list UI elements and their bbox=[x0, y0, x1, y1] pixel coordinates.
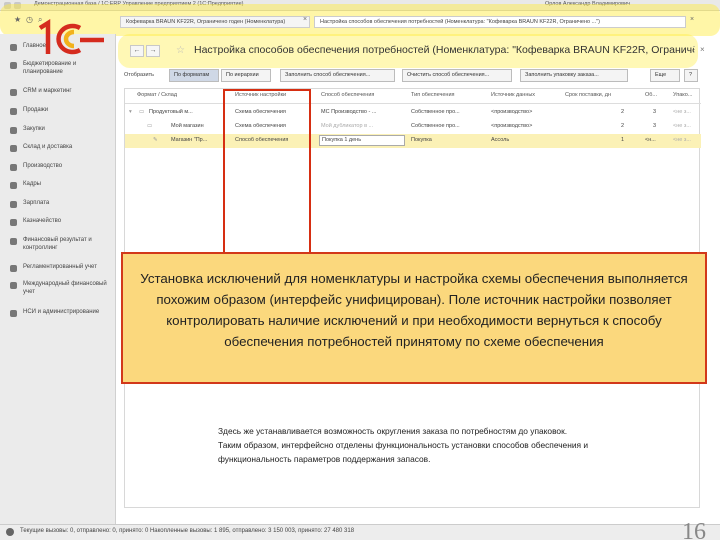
row-method-field[interactable]: Покупка 1 день bbox=[319, 135, 405, 146]
column-header-data-source[interactable]: Источник данных bbox=[491, 92, 561, 98]
row-days: 1 bbox=[621, 137, 625, 143]
row-type: Покупка bbox=[411, 137, 432, 143]
row-package: <не з... bbox=[673, 123, 691, 129]
sidebar-item-warehouse[interactable]: Склад и доставка bbox=[10, 144, 114, 152]
row-data-source: Ассоль bbox=[491, 137, 510, 143]
sidebar-item-regulated[interactable]: Регламентированный учет bbox=[10, 264, 114, 272]
footnote-line: Здесь же устанавливается возможность окр… bbox=[218, 426, 568, 436]
by-hierarchy-button[interactable]: По иерархии bbox=[221, 69, 271, 82]
sidebar-item-finance[interactable]: Финансовый результат и контроллинг bbox=[10, 237, 114, 252]
clear-method-button[interactable]: Очистить способ обеспечения... bbox=[402, 69, 512, 82]
money-icon bbox=[10, 201, 17, 208]
people-icon bbox=[10, 182, 17, 189]
row-type: Собственное про... bbox=[411, 123, 460, 129]
cart-icon bbox=[10, 127, 17, 134]
footnote-line: Таким образом, интерфейсно отделены функ… bbox=[218, 440, 589, 450]
by-formats-button[interactable]: По форматам bbox=[169, 69, 219, 82]
column-header-package[interactable]: Упако... bbox=[673, 92, 699, 98]
row-days: 2 bbox=[621, 123, 625, 129]
row-ob: 3 bbox=[653, 109, 657, 115]
column-header-method[interactable]: Способ обеспечения bbox=[321, 92, 405, 98]
row-days: 2 bbox=[621, 109, 625, 115]
chart-icon bbox=[10, 62, 17, 69]
warehouse-icon bbox=[10, 145, 17, 152]
sidebar-item-budgeting[interactable]: Бюджетирование и планирование bbox=[10, 61, 114, 76]
sidebar-item-salary[interactable]: Зарплата bbox=[10, 200, 114, 208]
column-header-ob[interactable]: Об... bbox=[645, 92, 667, 98]
row-name: Мой магазин bbox=[171, 123, 204, 129]
store-icon: ▭ bbox=[147, 123, 153, 129]
more-button[interactable]: Еще bbox=[650, 69, 680, 82]
slide-number: 16 bbox=[682, 519, 706, 540]
row-ob: 3 bbox=[653, 123, 657, 129]
forward-button[interactable]: → bbox=[146, 45, 160, 57]
row-type: Собственное про... bbox=[411, 109, 460, 115]
close-tab-icon[interactable]: × bbox=[690, 16, 694, 23]
help-button[interactable]: ? bbox=[684, 69, 698, 82]
folder-icon: ▭ bbox=[139, 109, 145, 115]
sidebar-item-sales[interactable]: Продажи bbox=[10, 107, 114, 115]
back-button[interactable]: ← bbox=[130, 45, 144, 57]
row-data-source: <производство> bbox=[491, 109, 533, 115]
table-row[interactable]: ▾ ▭ Продуктовый м... Схема обеспечения М… bbox=[125, 106, 701, 120]
row-method: Мой дубликатор в ... bbox=[321, 123, 374, 129]
column-header-format[interactable]: Формат / Склад bbox=[137, 92, 227, 98]
callout-text: Установка исключений для номенклатуры и … bbox=[140, 271, 688, 349]
column-header-delivery-days[interactable]: Срок поставки, дн bbox=[565, 92, 641, 98]
tab-label: Кофеварка BRAUN KF22R, Ограничено годен … bbox=[126, 19, 286, 25]
sidebar-item-production[interactable]: Производство bbox=[10, 163, 114, 171]
close-form-icon[interactable]: × bbox=[700, 45, 705, 54]
fill-method-button[interactable]: Заполнить способ обеспечения... bbox=[280, 69, 395, 82]
row-package: <не з... bbox=[673, 137, 691, 143]
bank-icon bbox=[10, 219, 17, 226]
sidebar-item-purchases[interactable]: Закупки bbox=[10, 126, 114, 134]
server-calls-icon bbox=[6, 528, 14, 536]
menu-icon bbox=[10, 44, 17, 51]
column-header-type[interactable]: Тип обеспечения bbox=[411, 92, 487, 98]
tab-nomenclature-card[interactable]: Кофеварка BRAUN KF22R, Ограничено годен … bbox=[120, 16, 310, 28]
row-name: Продуктовый м... bbox=[149, 109, 193, 115]
footnote-line: функциональность параметров поддержания … bbox=[218, 454, 431, 464]
status-bar: Текущие вызовы: 0, отправлено: 0, принят… bbox=[0, 524, 720, 540]
show-label: Отобразить bbox=[124, 72, 154, 78]
explanation-callout: Установка исключений для номенклатуры и … bbox=[121, 252, 707, 384]
sidebar-item-hr[interactable]: Кадры bbox=[10, 181, 114, 189]
globe-icon bbox=[10, 282, 17, 289]
fill-package-button[interactable]: Заполнить упаковку заказа... bbox=[520, 69, 628, 82]
favorite-star-icon[interactable]: ☆ bbox=[176, 45, 185, 56]
history-icon[interactable]: ◷ bbox=[26, 15, 33, 24]
source-column-highlight bbox=[223, 89, 311, 259]
table-row-selected[interactable]: ✎ Магазин "Пр... Способ обеспечения Поку… bbox=[125, 134, 701, 148]
row-package: <не з... bbox=[673, 109, 691, 115]
star-icon[interactable]: ★ bbox=[14, 15, 21, 24]
sidebar-item-admin[interactable]: НСИ и администрирование bbox=[10, 309, 114, 317]
row-name: Магазин "Пр... bbox=[171, 137, 208, 143]
more-options-icon[interactable]: ⋮ bbox=[690, 45, 698, 54]
percent-icon bbox=[10, 108, 17, 115]
1c-logo bbox=[38, 18, 104, 55]
close-tab-icon[interactable]: × bbox=[303, 16, 307, 23]
report-icon bbox=[10, 265, 17, 272]
row-ob: <н... bbox=[645, 137, 656, 143]
table-row[interactable]: ▭ Мой магазин Схема обеспечения Мой дубл… bbox=[125, 120, 701, 134]
sidebar: Главное Бюджетирование и планирование CR… bbox=[0, 34, 116, 524]
row-data-source: <производство> bbox=[491, 123, 533, 129]
gear-icon bbox=[10, 310, 17, 317]
finance-icon bbox=[10, 238, 17, 245]
table-header-divider bbox=[125, 103, 701, 104]
row-method: МС Производство - ... bbox=[321, 109, 377, 115]
footnote: Здесь же устанавливается возможность окр… bbox=[218, 424, 688, 466]
sidebar-item-international[interactable]: Международный финансовый учет bbox=[10, 281, 114, 296]
sidebar-item-crm[interactable]: CRM и маркетинг bbox=[10, 88, 114, 96]
expand-icon[interactable]: ▾ bbox=[129, 109, 132, 115]
edit-icon: ✎ bbox=[153, 137, 158, 143]
tab-label: Настройка способов обеспечения потребнос… bbox=[320, 19, 600, 25]
form-title: Настройка способов обеспечения потребнос… bbox=[194, 44, 694, 56]
crm-icon bbox=[10, 89, 17, 96]
status-text: Текущие вызовы: 0, отправлено: 0, принят… bbox=[20, 528, 355, 534]
sidebar-item-treasury[interactable]: Казначейство bbox=[10, 218, 114, 226]
factory-icon bbox=[10, 164, 17, 171]
tab-supply-settings[interactable]: Настройка способов обеспечения потребнос… bbox=[314, 16, 686, 28]
